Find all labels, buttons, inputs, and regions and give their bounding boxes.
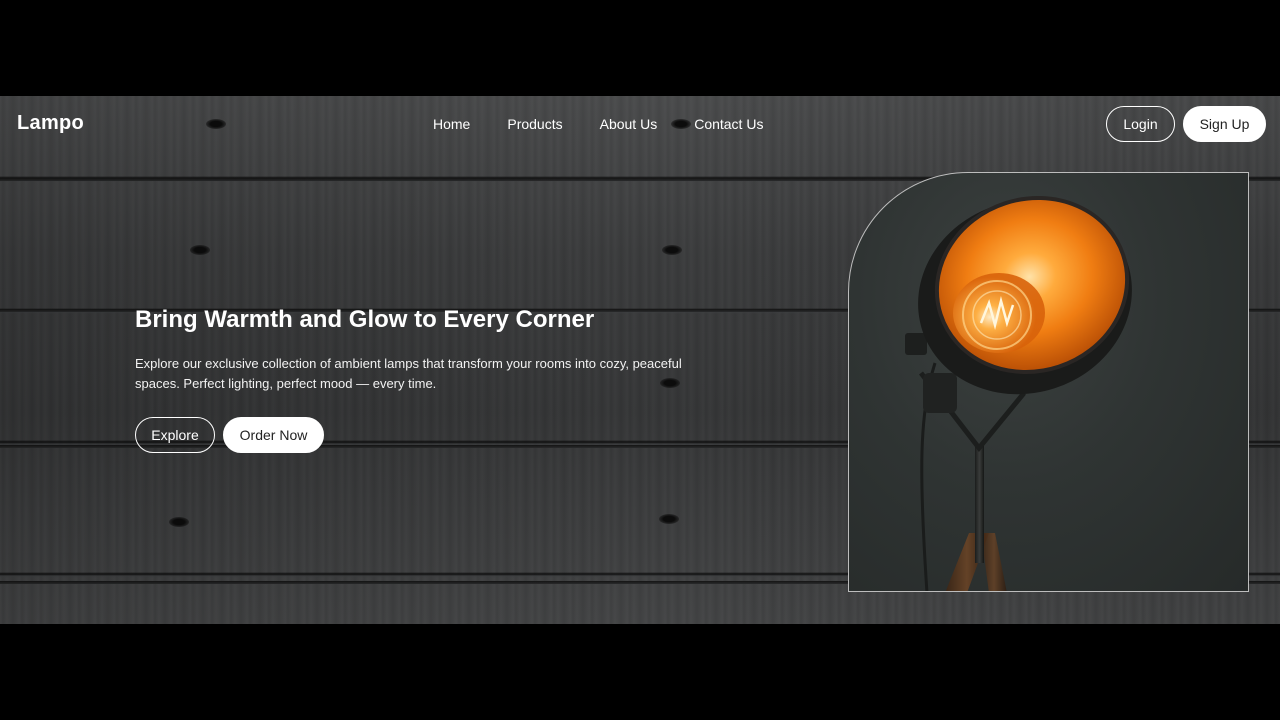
explore-button[interactable]: Explore [135, 417, 215, 453]
lamp-image-card [848, 172, 1249, 592]
brand-logo[interactable]: Lampo [17, 112, 84, 135]
navbar: Lampo Home Products About Us Contact Us … [0, 96, 1280, 152]
nav-link-contact-us[interactable]: Contact Us [694, 116, 763, 132]
nav-link-home[interactable]: Home [433, 116, 470, 132]
nav-link-products[interactable]: Products [507, 116, 562, 132]
hero-description: Explore our exclusive collection of ambi… [135, 356, 682, 391]
lamp-photo-icon [905, 195, 1132, 591]
sign-up-button[interactable]: Sign Up [1183, 106, 1266, 142]
nav-link-about-us[interactable]: About Us [600, 116, 658, 132]
nav-links: Home Products About Us Contact Us [433, 116, 763, 132]
login-button[interactable]: Login [1106, 106, 1175, 142]
hero-title: Bring Warmth and Glow to Every Corner [135, 306, 595, 333]
order-now-button[interactable]: Order Now [223, 417, 324, 453]
hero-section: Lampo Home Products About Us Contact Us … [0, 96, 1280, 624]
